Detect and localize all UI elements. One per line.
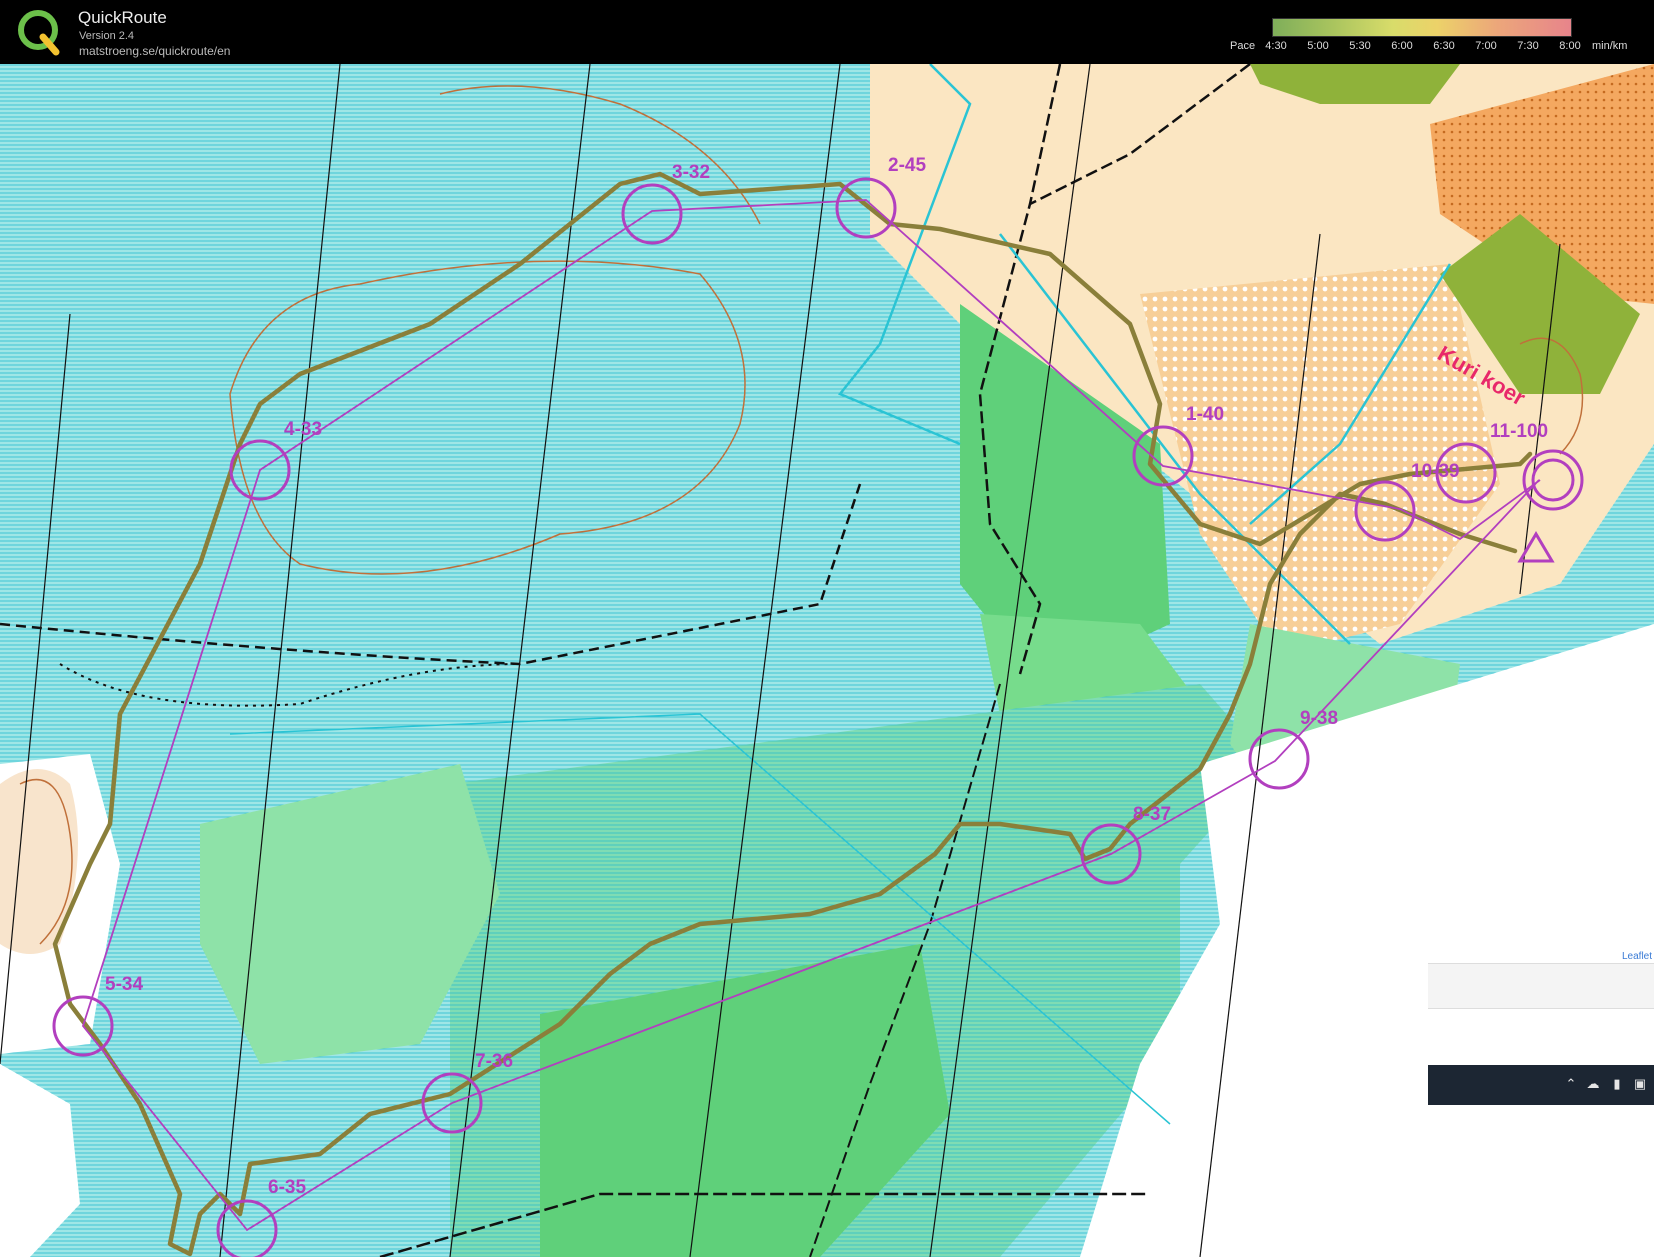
control-label: 5-34 xyxy=(105,974,143,995)
app-url[interactable]: matstroeng.se/quickroute/en xyxy=(79,44,230,58)
pace-label: Pace xyxy=(1230,40,1256,52)
chevron-up-icon[interactable]: ⌃ xyxy=(1562,1075,1580,1093)
leaflet-attribution[interactable]: Leaflet xyxy=(1622,951,1652,962)
control-label: 10-39 xyxy=(1411,461,1460,482)
map-canvas[interactable]: Kuri koer 1-40 2-45 3-32 4-33 5-34 6-35 … xyxy=(0,64,1654,1257)
control-label: 11-100 xyxy=(1490,421,1548,442)
cloud-icon[interactable]: ☁ xyxy=(1584,1075,1602,1093)
app-header: QuickRoute Version 2.4 matstroeng.se/qui… xyxy=(0,0,1654,64)
pace-tick: 5:00 xyxy=(1307,40,1329,52)
pace-legend: Pace 4:30 5:00 5:30 6:00 6:30 7:00 7:30 … xyxy=(1226,18,1646,58)
overlay-panel xyxy=(1428,963,1654,1009)
monitor-icon[interactable]: ▣ xyxy=(1631,1075,1649,1093)
pace-tick: 6:30 xyxy=(1433,40,1455,52)
system-tray: ⌃ ☁ ▮ ▣ xyxy=(1428,1065,1654,1105)
quickroute-logo-icon xyxy=(18,10,60,56)
control-label: 8-37 xyxy=(1133,804,1171,825)
battery-icon[interactable]: ▮ xyxy=(1608,1075,1626,1093)
orienteering-map[interactable]: Kuri koer 1-40 2-45 3-32 4-33 5-34 6-35 … xyxy=(0,64,1654,1257)
app-version: Version 2.4 xyxy=(79,30,135,42)
pace-tick: 4:30 xyxy=(1265,40,1287,52)
pace-tick: 7:00 xyxy=(1475,40,1497,52)
pace-tick: 7:30 xyxy=(1517,40,1539,52)
pace-tick: 5:30 xyxy=(1349,40,1371,52)
control-label: 3-32 xyxy=(672,162,710,183)
pace-unit: min/km xyxy=(1592,40,1628,52)
pace-tick: 6:00 xyxy=(1391,40,1413,52)
control-label: 2-45 xyxy=(888,155,926,176)
pace-tick: 8:00 xyxy=(1559,40,1581,52)
control-label: 6-35 xyxy=(268,1177,306,1198)
app-title: QuickRoute xyxy=(78,8,167,27)
pace-color-scale xyxy=(1272,18,1572,37)
control-label: 4-33 xyxy=(284,419,322,440)
control-label: 9-38 xyxy=(1300,708,1338,729)
control-label: 1-40 xyxy=(1186,404,1224,425)
control-label: 7-36 xyxy=(475,1051,513,1072)
